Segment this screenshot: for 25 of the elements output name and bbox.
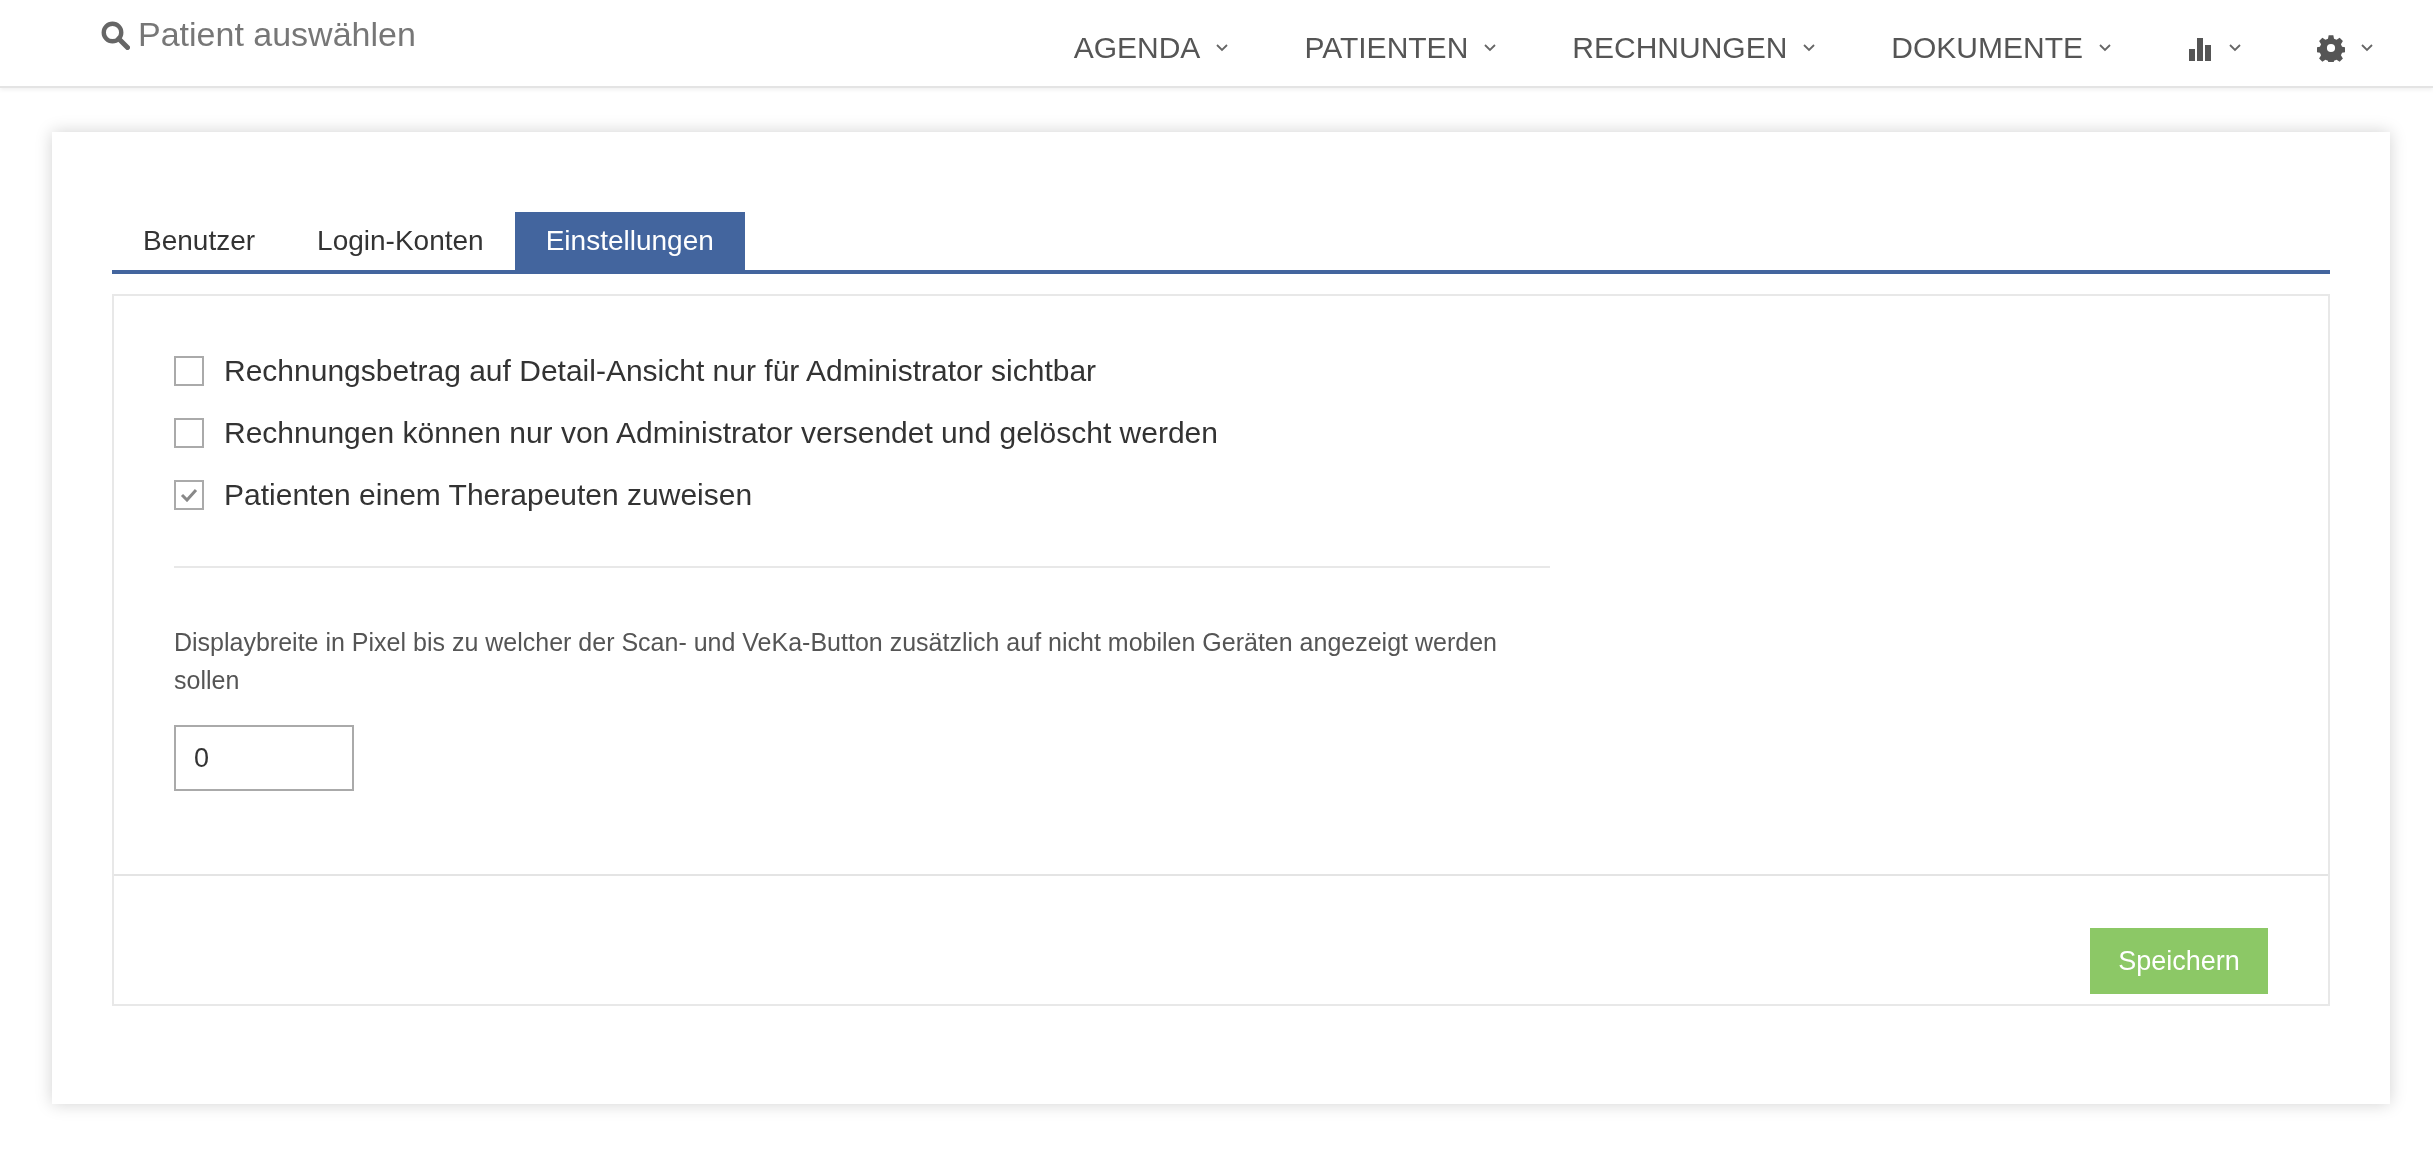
nav-menu-link[interactable]: DOKUMENTE xyxy=(1891,28,2111,68)
caret-icon xyxy=(2229,44,2241,52)
nav-menu-link[interactable]: AGENDA xyxy=(1073,28,1229,68)
checkbox[interactable] xyxy=(174,356,204,386)
nav-menu-link[interactable]: PATIENTEN xyxy=(1304,28,1497,68)
field-description: Displaybreite in Pixel bis zu welcher der Scan- und VeKa-Button zusätzlich auf nicht mobilen Geräten angezeigt werden sollen xyxy=(174,627,1498,696)
checkbox-label: Patienten einem Therapeuten zuweisen xyxy=(224,478,753,512)
tab[interactable]: Benutzer xyxy=(112,212,287,270)
bar-chart-icon xyxy=(2187,35,2213,61)
tab[interactable]: Login-Konten xyxy=(286,212,515,270)
caret-icon xyxy=(1216,44,1229,52)
tab[interactable]: Einstellungen xyxy=(514,212,745,270)
search-icon xyxy=(100,19,130,50)
checkbox-label: Rechnungen können nur von Administrator versendet und gelöscht werden xyxy=(224,416,1218,450)
display-width-input[interactable]: 0 xyxy=(174,725,354,791)
checkbox[interactable] xyxy=(174,418,204,448)
nav-menu-link[interactable]: RECHNUNGEN xyxy=(1572,28,1816,68)
checkbox-label: Rechnungsbetrag auf Detail-Ansicht nur für Administrator sichtbar xyxy=(224,354,1097,388)
checkbox[interactable] xyxy=(174,480,204,510)
settings-icon xyxy=(2317,34,2345,62)
caret-icon xyxy=(1803,44,1816,52)
caret-icon xyxy=(1484,44,1497,52)
caret-icon xyxy=(2099,44,2111,52)
checkmark-icon xyxy=(180,488,198,502)
caret-icon xyxy=(2361,44,2373,52)
